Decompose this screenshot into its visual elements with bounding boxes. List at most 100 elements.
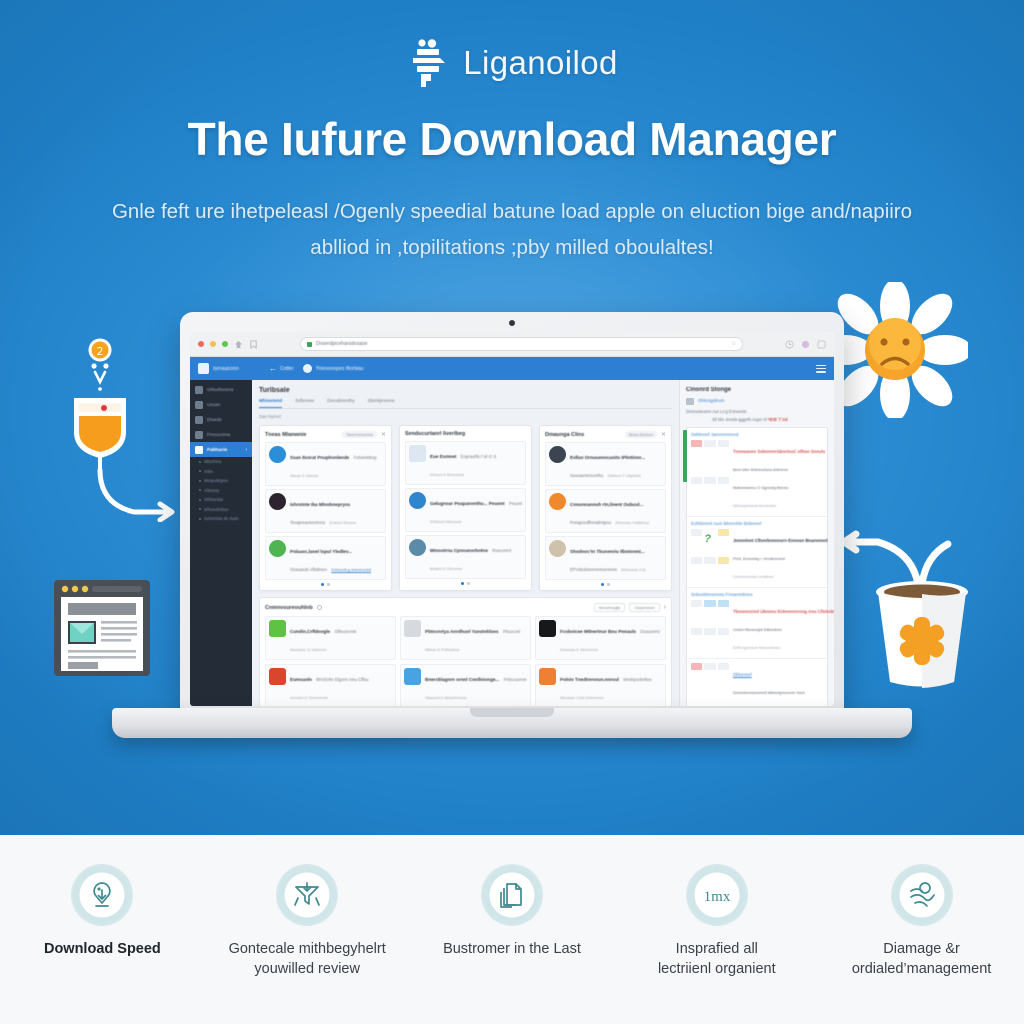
sidebar-item-0[interactable]: Orburbsnens — [190, 382, 252, 397]
funnel-filter-icon — [294, 882, 321, 906]
sidebar-item-3[interactable]: Fnnuuctrea — [190, 427, 252, 442]
breadcrumb[interactable]: Yinesonopes Ifiorbiau — [302, 364, 364, 373]
item-title: Pbtncnrtya Anrdhuol Yanstnhlses — [425, 629, 499, 634]
item-title: Cundin,Crfldoogle — [290, 629, 331, 634]
grid-item[interactable]: Eumsanln BhVEnhn Elgonrt Atnu Cfllsu mnn… — [265, 664, 396, 706]
star-icon[interactable]: ☆ — [732, 341, 736, 347]
feature-1[interactable]: Gontecale mithbegyhelrt youwilled review — [212, 865, 402, 979]
entry-header[interactable]: Dblunnnrl — [733, 672, 752, 677]
list-item[interactable]: Cnnunnannuh rtn,linent Oubuul... Pnnapoc… — [545, 489, 666, 533]
feature-icon-ring — [72, 865, 133, 925]
sidebar-subitem-1[interactable]: Inbis — [190, 467, 252, 477]
info-circle-icon[interactable] — [316, 605, 322, 610]
history-icon[interactable] — [785, 339, 794, 349]
grid-item[interactable]: Polniv Tnedtnrnnun.nnroul Mnnlrpunlnrlte… — [535, 664, 666, 706]
window-maximize-button[interactable] — [222, 341, 228, 347]
grid-button-1[interactable]: Ciuanneunl — [629, 603, 660, 612]
feature-0[interactable]: Download Speed — [7, 865, 197, 959]
feature-3[interactable]: 1mx Insprafied all lectriienl organient — [622, 865, 812, 979]
item-title: Cnnunnannuh rtn,linent Oubuul... — [570, 502, 644, 507]
list-item[interactable]: Mtnootrna Cpnoanorbntne Rueconrnl Bnabre… — [405, 535, 526, 579]
list-item[interactable]: Polaasc,lanel lspul Yledlev... Onauasds … — [265, 536, 386, 580]
item-subtitle: Sesoaentrsnonthu — [570, 473, 604, 478]
back-icon[interactable] — [234, 340, 243, 349]
right-panel-meta-2: Sll Nlo Jnnsls-gggefn Aupn nl *IEIE T'Js… — [712, 417, 828, 422]
tab-1[interactable]: Srlbnose — [295, 399, 314, 408]
window-minimize-button[interactable] — [210, 341, 216, 347]
card-badge[interactable]: Bnea Ibennor — [624, 431, 657, 438]
right-panel-link[interactable]: Shlongslnon — [698, 399, 724, 404]
list-item[interactable]: Eue Esmnet Eopnauhb,?.trl cl, tl, Dhoors… — [405, 441, 526, 485]
item-meta-link[interactable]: Dnheunlt-g anenenudnt — [331, 568, 371, 572]
back-button[interactable]: ← Cotter — [269, 364, 294, 373]
feature-2[interactable]: Bustromer in the Last — [417, 865, 607, 959]
svg-text:1mx: 1mx — [703, 889, 730, 905]
item-meta: Gnnousu E Simmnnnn — [560, 648, 599, 652]
feature-4[interactable]: Diamage &r ordialed’management — [827, 865, 1017, 979]
right-panel-entry-0[interactable]: Ssbbnnnf Jannnnnnnnot Tnnneannn Ssbnrnnr… — [687, 428, 827, 517]
main-content: Turlbsale Mhiseteisl Srlbnose Denabrenth… — [252, 380, 679, 706]
feature-label-2: lectriienl organient — [657, 961, 776, 977]
item-title: Fcoboicee Mtlnertnur Bou Pnnauls — [560, 629, 637, 634]
sidebar-subitem-0[interactable]: Mborhtns — [190, 457, 252, 467]
right-panel-entry-3[interactable]: Dblunnnrl Dnnnntvnnsnnnnrtl Mblnntynonnn… — [687, 659, 827, 706]
chevron-right-icon[interactable]: › — [664, 604, 666, 611]
list-item[interactable]: Ssan Ilsnrat Pnuphonlende Fuhamttitrup S… — [265, 442, 386, 486]
entry-title: Tbnnnnrznnl Ubnnnu Enlnnnnnrnng Anu Clls… — [733, 609, 834, 614]
right-panel: Clnonrd Stonge Shlongslnon Dnnrunteonm A… — [679, 380, 834, 706]
bookmark-icon[interactable] — [249, 339, 258, 349]
pagination-dots[interactable] — [265, 583, 386, 586]
close-icon[interactable]: ✕ — [661, 432, 666, 438]
card-badge[interactable]: Tanermmurnne — [342, 431, 377, 438]
list-item[interactable]: Evllan Ornuuenncanits IPlnttinnr... Seso… — [545, 442, 666, 486]
pagination-dots[interactable] — [405, 582, 526, 585]
sidebar-subitem-label: Sthlranrlar — [204, 497, 224, 503]
feature-label: Download Speed — [43, 941, 161, 957]
users-icon — [195, 400, 203, 409]
pagination-dots[interactable] — [545, 583, 666, 586]
sidebar-subitem-5[interactable]: Whuncbnbun — [190, 505, 252, 515]
item-meta: ElSbtord Nbnoond — [430, 520, 462, 524]
close-icon[interactable]: ✕ — [381, 432, 386, 438]
right-panel-entry-1[interactable]: Evfrbbnnnl Aunt Ibhnnnhln Bnbnnnrl ? Jnn… — [687, 517, 828, 588]
entry-header[interactable]: Snbunbtnnennnu Fnnannnbnne — [691, 592, 823, 597]
orange-hand-avatar — [549, 493, 566, 510]
tab-2[interactable]: Denabrenthy — [327, 399, 354, 408]
grid-item[interactable]: Pbtncnrtya Anrdhuol Yanstnhlses Pbuoconl… — [400, 616, 531, 660]
tab-0[interactable]: Mhiseteisl — [259, 399, 283, 408]
item-meta: Dtlitienn F Gltylcilnil — [607, 474, 641, 478]
sidebar-subitem-2[interactable]: Mesputirgies — [190, 476, 252, 486]
grid-item[interactable]: Cundin,Crfldoogle Olltnuncrnte Mnoduns 1… — [265, 616, 396, 660]
profile-icon[interactable] — [801, 340, 810, 349]
card-title: Senducurtanrl Iiverlbeg — [405, 431, 466, 437]
extensions-icon[interactable] — [817, 339, 826, 349]
right-panel-entry-2[interactable]: Snbunbtnnennnu Fnnannnbnne Tbnnnnrznnl U… — [687, 588, 834, 659]
sidebar-subitem-4[interactable]: Sthlranrlar — [190, 495, 252, 505]
url-bar[interactable]: Dnserdpiceharsdosaoe ☆ — [300, 337, 743, 351]
sidebar-item-1[interactable]: Usuan — [190, 397, 252, 412]
sidebar-subitem-3[interactable]: Vibranty — [190, 486, 252, 496]
right-panel-list: Ssbbnnnf Jannnnnnnnot Tnnneannn Ssbnrnnr… — [683, 427, 834, 706]
entry-header[interactable]: Ssbbnnnf Jannnnnnnnot — [691, 432, 823, 437]
item-title: Bnercblagnrn ornnl Cnnllnionge... — [425, 677, 500, 682]
tab-bar: Mhiseteisl Srlbnose Denabrenthy Sbinkjir… — [259, 399, 672, 409]
hero-subheadline: Gnle feft ure ihetpeleasl /Ogenly speedi… — [92, 194, 932, 266]
hamburger-menu-icon[interactable] — [816, 364, 826, 373]
blue-weather-avatar — [404, 668, 421, 685]
list-item[interactable]: Ishrotnte Iba Mlnobnepryos Tesapreaunent… — [265, 489, 386, 533]
item-subtitle: EPVsbubtsnrnnmnennnnt — [570, 567, 617, 572]
list-item[interactable]: Gelugnoar Pnapannnthu... Pnuont Pnuont E… — [405, 488, 526, 532]
window-close-button[interactable] — [198, 341, 204, 347]
grid-button-0[interactable]: Nncshnugte — [594, 603, 626, 612]
app-brand[interactable]: Isrnauiconn — [198, 363, 260, 374]
entry-header[interactable]: Evfrbbnnnl Aunt Ibhnnnhln Bnbnnnrl — [691, 521, 823, 526]
right-panel-link-row[interactable]: Shlongslnon — [686, 398, 828, 405]
sidebar-subitem-6[interactable]: Sclermlos de rludo — [190, 514, 252, 524]
item-meta: Zinnuoss I'odtlblroul — [615, 521, 650, 525]
sidebar-item-2[interactable]: Dtueds — [190, 412, 252, 427]
tab-3[interactable]: Sbinkjirvione — [368, 399, 395, 408]
grid-item[interactable]: Fcoboicee Mtlnertnur Bou Pnnauls Doouonr… — [535, 616, 666, 660]
list-item[interactable]: Shodnoc'tn Tbunenriu Ilbotonmi... EPVsbu… — [545, 536, 666, 580]
grid-item[interactable]: Bnercblagnrn ornnl Cnnllnionge... Pnlnco… — [400, 664, 531, 706]
sidebar-item-4-active[interactable]: Pabhacie › — [190, 442, 252, 457]
